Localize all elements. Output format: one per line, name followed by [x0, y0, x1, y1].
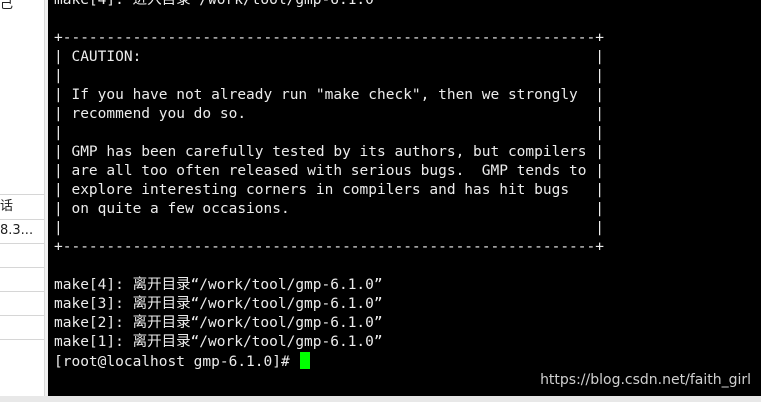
caution-box-line: | recommend you do so. | [54, 106, 604, 122]
bottom-bar [0, 396, 761, 402]
caution-box-line: | CAUTION: | [54, 49, 604, 65]
terminal-output: make[4]: 进入目录“/work/tool/gmp-6.1.0” +---… [54, 0, 604, 371]
caution-box-line: | GMP has been carefully tested by its a… [54, 144, 604, 160]
caution-box-line: | | [54, 125, 604, 141]
caution-box-line: | If you have not already run "make chec… [54, 87, 604, 103]
caution-box-line: | are all too often released with seriou… [54, 163, 604, 179]
shell-prompt: [root@localhost gmp-6.1.0]# [54, 354, 299, 370]
caution-box-line: | on quite a few occasions. | [54, 201, 604, 217]
caution-box-line: | explore interesting corners in compile… [54, 182, 604, 198]
caution-box-line: | | [54, 220, 604, 236]
terminal-line: make[3]: 离开目录“/work/tool/gmp-6.1.0” [54, 296, 383, 312]
caution-box-line: | | [54, 68, 604, 84]
terminal-line: make[4]: 进入目录“/work/tool/gmp-6.1.0” [54, 0, 383, 8]
side-panel: 己 话 8.3... [0, 0, 48, 402]
side-panel-divider [0, 339, 44, 340]
side-panel-divider [0, 267, 44, 268]
side-panel-version[interactable]: 8.3... [0, 220, 44, 242]
side-panel-divider [0, 291, 44, 292]
prompt-line[interactable]: [root@localhost gmp-6.1.0]# [54, 352, 604, 371]
caution-box-border: +---------------------------------------… [54, 239, 604, 255]
terminal-cursor[interactable] [300, 352, 311, 369]
side-panel-divider [0, 194, 44, 195]
caution-box-border: +---------------------------------------… [54, 30, 604, 46]
side-panel-glyph-top: 己 [0, 0, 14, 12]
terminal-line: make[1]: 离开目录“/work/tool/gmp-6.1.0” [54, 334, 383, 350]
watermark: https://blog.csdn.net/faith_girl [540, 372, 751, 388]
side-panel-label[interactable]: 话 [0, 196, 44, 218]
terminal-window[interactable]: make[4]: 进入目录“/work/tool/gmp-6.1.0” +---… [48, 0, 761, 396]
side-panel-divider [0, 315, 44, 316]
side-panel-divider [0, 243, 44, 244]
terminal-line: make[2]: 离开目录“/work/tool/gmp-6.1.0” [54, 315, 383, 331]
terminal-line: make[4]: 离开目录“/work/tool/gmp-6.1.0” [54, 277, 383, 293]
